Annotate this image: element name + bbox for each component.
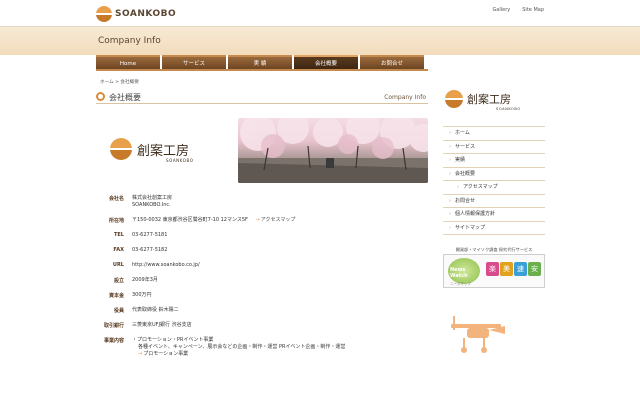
info-row-url: URL http://www.soankobo.co.jp/ xyxy=(96,262,428,277)
logo-text: SOANKOBO xyxy=(115,9,177,19)
info-value[interactable]: http://www.soankobo.co.jp/ xyxy=(132,262,200,269)
info-row-founded: 設立 2009年3月 xyxy=(96,277,428,292)
info-label: 事業内容 xyxy=(103,338,124,344)
keyword-badge: 速 xyxy=(514,262,527,276)
top-links: Gallery Site Map xyxy=(492,7,544,13)
section-en-title: Company Info xyxy=(384,94,426,101)
gallery-link[interactable]: Gallery xyxy=(492,7,510,13)
info-label: 所在地 xyxy=(108,218,124,224)
cherry-blossom-photo xyxy=(238,118,428,183)
sidebar-item-service[interactable]: › サービス xyxy=(443,141,545,154)
arrow-right-icon: › xyxy=(449,211,451,217)
arrow-right-icon: › xyxy=(449,197,451,204)
info-value: 300万円 xyxy=(132,292,152,298)
sidebar-logo-jp: 創案工房 xyxy=(467,93,511,106)
section-title: 会社概要 xyxy=(109,93,141,102)
info-value: 2009年3月 xyxy=(132,277,158,283)
arrow-right-icon: › xyxy=(457,184,459,190)
nav-home[interactable]: Home xyxy=(96,55,160,69)
info-value: 三菱東京UFJ銀行 渋谷支店 xyxy=(132,322,192,328)
nav-contact[interactable]: お問合せ xyxy=(360,55,424,69)
sitemap-link[interactable]: Site Map xyxy=(522,7,544,13)
arrow-right-icon: › xyxy=(449,157,451,163)
sidebar-item-works[interactable]: › 実績 xyxy=(443,154,545,168)
sidebar-item-sitemap[interactable]: › サイトマップ xyxy=(443,222,545,235)
nav-service[interactable]: サービス xyxy=(162,55,226,69)
arrow-right-icon: › xyxy=(449,143,451,150)
info-row-address: 所在地 〒150-0032 東京都渋谷区鶯谷町7-10 12マンス5F →アクセ… xyxy=(96,217,428,232)
nav-underline xyxy=(96,69,428,71)
keyword-badge: 安 xyxy=(528,262,541,276)
arrow-right-icon: › xyxy=(449,224,451,231)
nav-works[interactable]: 実 績 xyxy=(228,55,292,69)
info-row-tel: TEL 03-6277-5181 xyxy=(96,232,428,247)
company-info-table: 会社名 株式会社創案工房 SOANKOBO.Inc. 所在地 〒150-0032… xyxy=(96,195,428,358)
promotion-link[interactable]: →プロモーション事業 xyxy=(132,351,345,358)
sidebar-item-company[interactable]: › 会社概要 xyxy=(443,168,545,181)
access-map-link[interactable]: →アクセスマップ xyxy=(256,217,296,223)
logo-mark-icon xyxy=(445,90,463,108)
info-value: 03-6277-5181 xyxy=(132,232,168,238)
info-row-name: 会社名 株式会社創案工房 SOANKOBO.Inc. xyxy=(96,195,428,217)
info-label: URL xyxy=(112,262,124,268)
banner-caption-title: 開発部・マイソク調査 探究代行サービス xyxy=(455,247,533,252)
news-watch-banner[interactable]: News Watch 楽 美 速 安 ニーズマップ xyxy=(443,254,545,288)
info-label: FAX xyxy=(113,247,124,253)
sidebar-logo-sub: SOANKOBO xyxy=(496,107,521,111)
news-watch-badge: News Watch xyxy=(448,258,480,284)
info-row-fax: FAX 03-6277-5182 xyxy=(96,247,428,262)
sidebar-item-privacy[interactable]: › 個人情報保護方針 xyxy=(443,208,545,222)
company-logo-sub: SOANKOBO xyxy=(166,158,194,163)
main-nav: Home サービス 実 績 会社概要 お問合せ xyxy=(96,55,424,69)
banner-keywords: 楽 美 速 安 xyxy=(486,262,541,276)
info-value: 03-6277-5182 xyxy=(132,247,168,253)
sidebar-item-home[interactable]: › ホーム xyxy=(443,127,545,141)
company-logo-jp: 創案工房 xyxy=(137,143,190,159)
banner-caption: ニーズマップ xyxy=(450,282,471,286)
breadcrumb: ホーム > 会社概要 xyxy=(100,80,139,85)
arrow-right-icon: → xyxy=(255,217,260,223)
sidebar-menu: › ホーム › サービス › 実績 › 会社概要 › アクセスマップ › お問合せ › 個人情… xyxy=(443,126,545,235)
info-label: 資本金 xyxy=(108,293,124,299)
section-heading: 会社概要 Company Info xyxy=(96,90,428,104)
info-label: 会社名 xyxy=(108,196,124,202)
info-value: ・プロモーション・PRイベント事業 各種イベント、キャンペーン、展示会などの企画… xyxy=(132,337,346,358)
top-bar: SOANKOBO Gallery Site Map xyxy=(0,0,640,27)
info-row-bank: 取引銀行 三菱東京UFJ銀行 渋谷支店 xyxy=(96,322,428,337)
page-banner: Company Info xyxy=(0,27,640,55)
info-row-capital: 資本金 300万円 xyxy=(96,292,428,307)
sidebar-logo: 創案工房 SOANKOBO xyxy=(445,90,520,111)
info-label: TEL xyxy=(113,232,124,238)
info-value: 代表取締役 鈴木陽二 xyxy=(132,307,179,313)
nav-company[interactable]: 会社概要 xyxy=(294,55,358,69)
arrow-right-icon: → xyxy=(138,351,143,357)
info-row-officers: 役員 代表取締役 鈴木陽二 xyxy=(96,307,428,322)
sidebar-item-access[interactable]: › アクセスマップ xyxy=(443,181,545,195)
info-value: 〒150-0032 東京都渋谷区鶯谷町7-10 12マンス5F →アクセスマップ xyxy=(132,217,296,223)
airplane-illustration xyxy=(449,316,509,358)
sidebar-item-contact[interactable]: › お問合せ xyxy=(443,195,545,208)
logo-mark-icon xyxy=(110,138,132,160)
ring-icon xyxy=(96,92,105,101)
arrow-right-icon: › xyxy=(449,170,451,177)
keyword-badge: 楽 xyxy=(486,262,499,276)
info-label: 設立 xyxy=(113,278,124,284)
info-label: 役員 xyxy=(113,308,124,314)
info-value: 株式会社創案工房 SOANKOBO.Inc. xyxy=(132,195,173,208)
company-logo: 創案工房 SOANKOBO xyxy=(110,138,193,163)
site-logo[interactable]: SOANKOBO xyxy=(96,6,176,22)
info-label: 取引銀行 xyxy=(103,323,124,329)
arrow-right-icon: › xyxy=(449,130,451,136)
keyword-badge: 美 xyxy=(500,262,513,276)
banner-title: Company Info xyxy=(98,36,161,46)
info-row-business: 事業内容 ・プロモーション・PRイベント事業 各種イベント、キャンペーン、展示会… xyxy=(96,337,428,358)
logo-mark-icon xyxy=(96,6,112,22)
